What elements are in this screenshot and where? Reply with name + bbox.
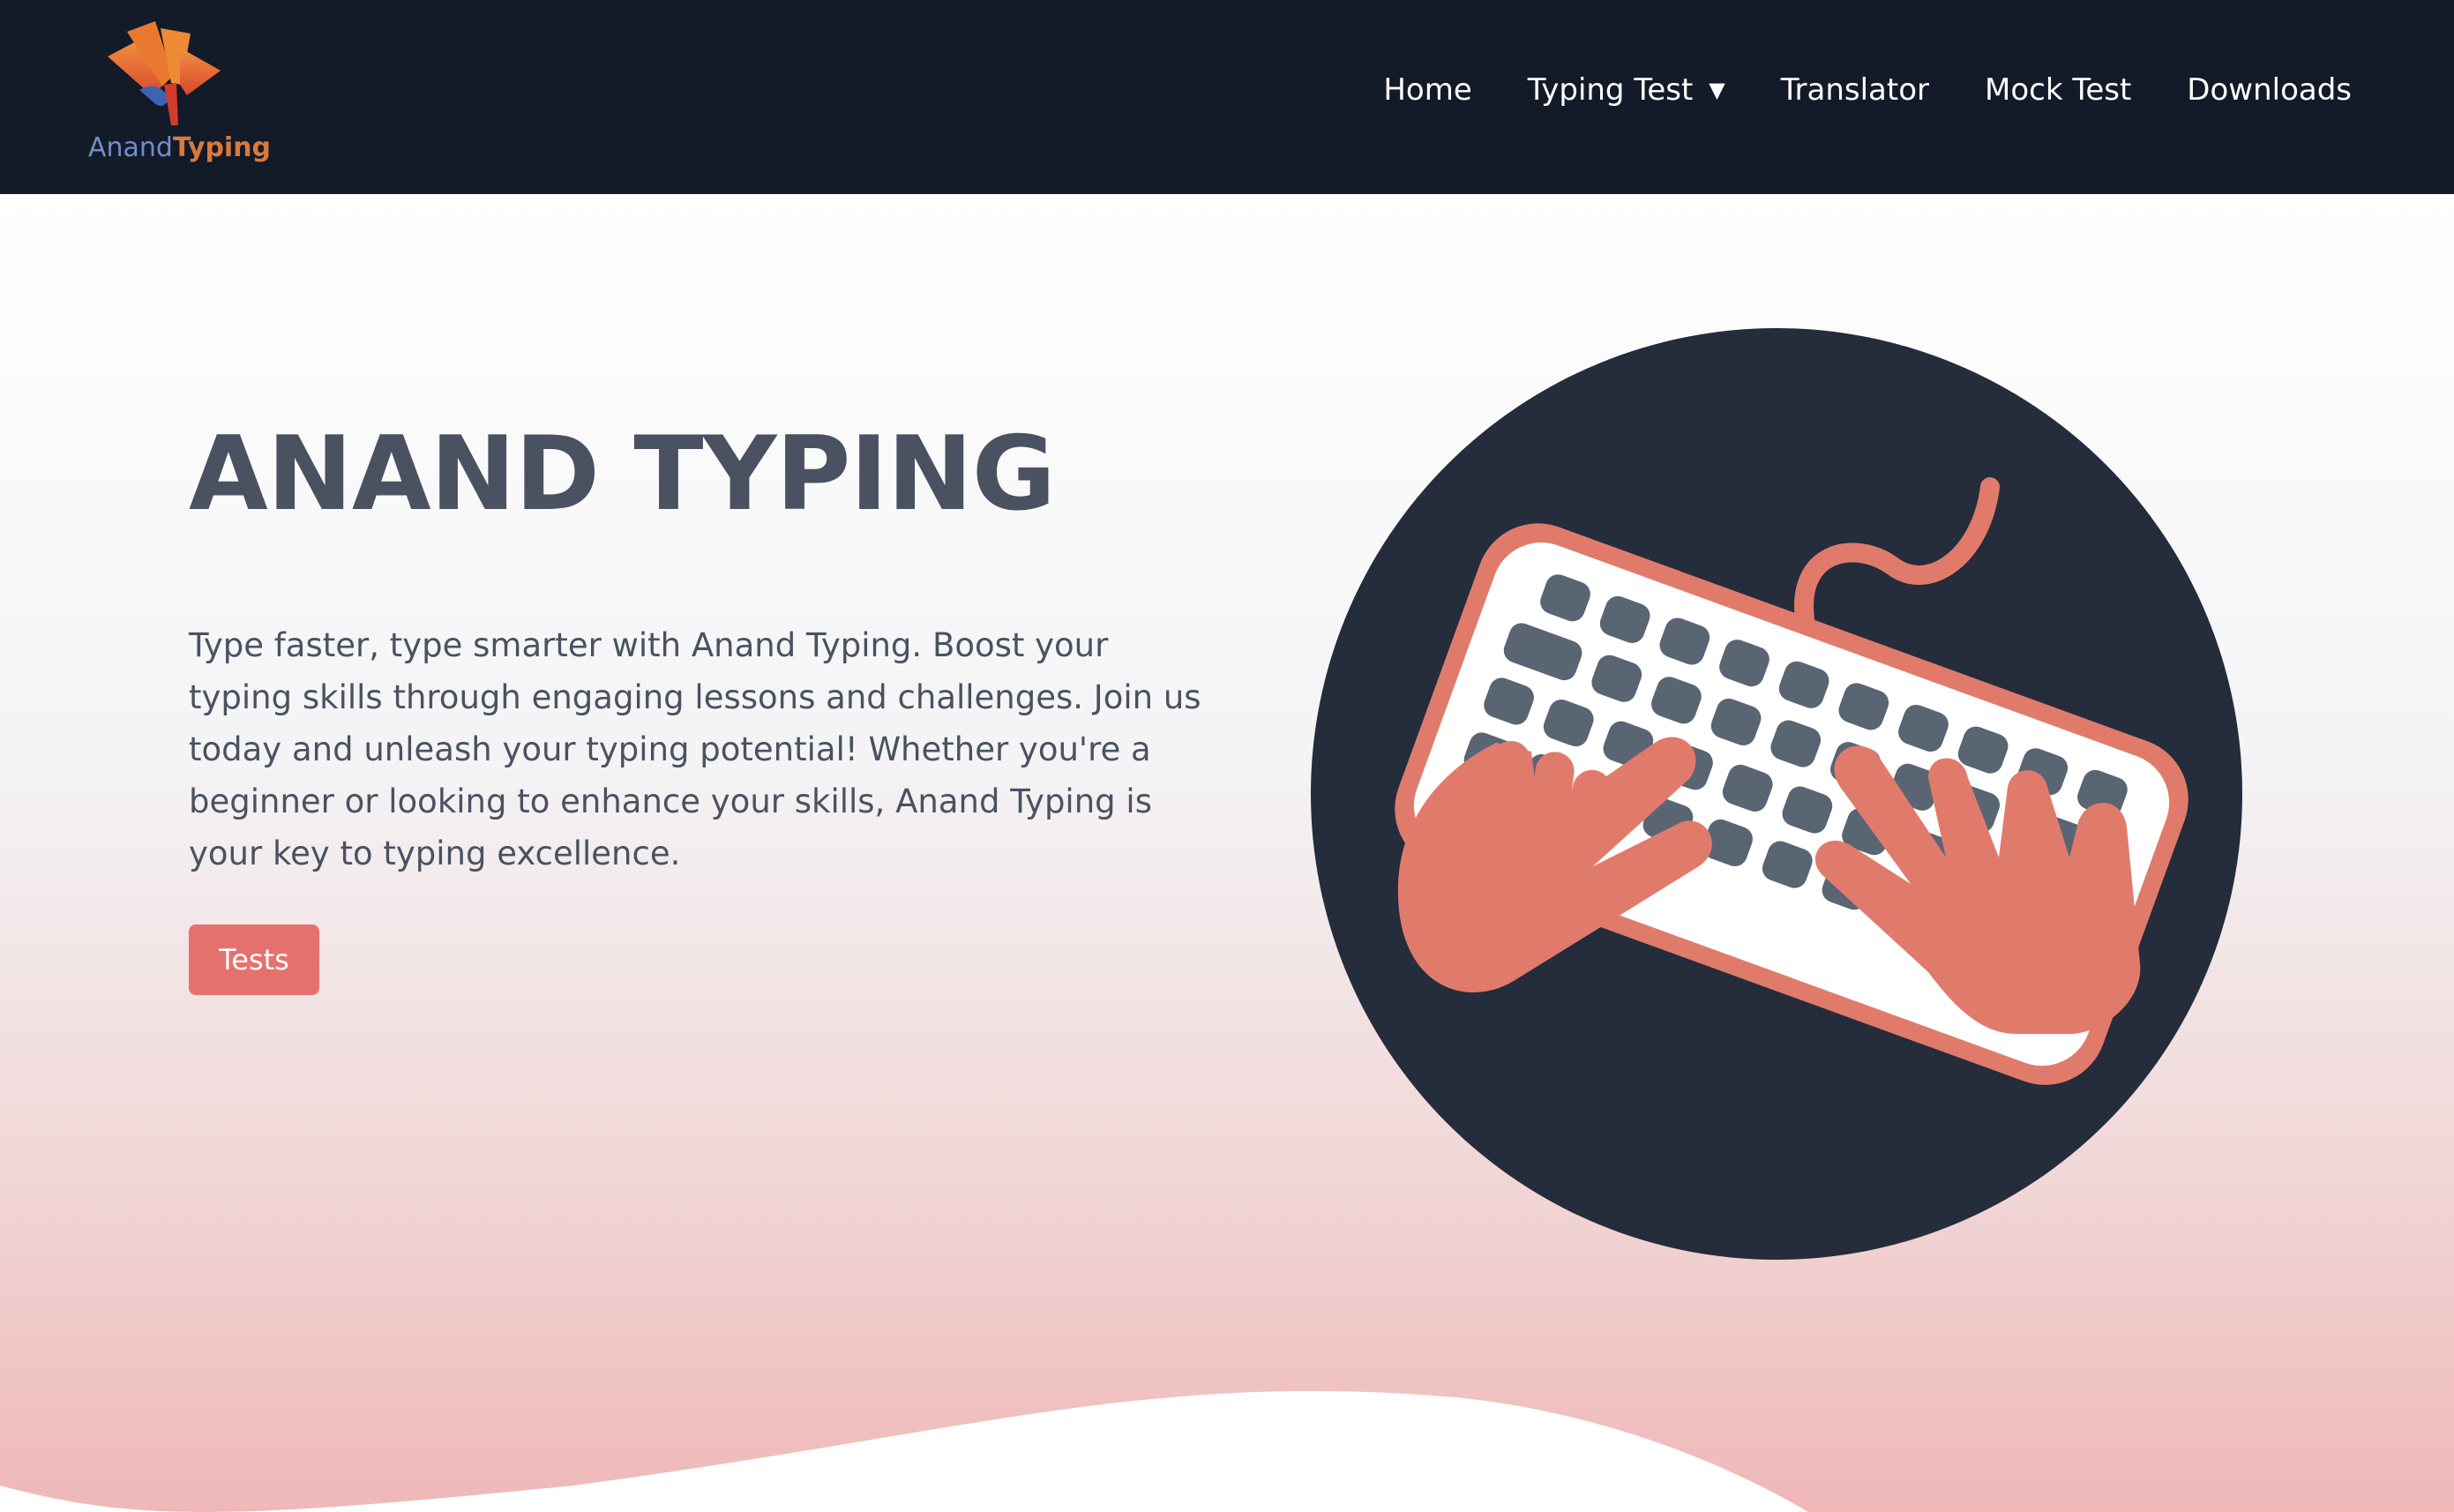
hero-section: ANAND TYPING Type faster, type smarter w… — [0, 194, 2454, 1512]
nav-item-translator[interactable]: Translator — [1781, 72, 1929, 108]
nav-item-typing-test[interactable]: Typing Test ▼ — [1528, 72, 1725, 108]
nav-item-typing-test-label: Typing Test — [1527, 72, 1694, 108]
top-navbar: AnandTyping Home Typing Test ▼ Translator… — [0, 0, 2454, 194]
brand-logo[interactable]: AnandTyping — [88, 21, 271, 171]
nav-item-downloads-label: Downloads — [2187, 72, 2352, 108]
nav-item-mock-test[interactable]: Mock Test — [1985, 72, 2131, 108]
nav-item-translator-label: Translator — [1780, 72, 1929, 108]
nav-item-home[interactable]: Home — [1383, 72, 1471, 108]
hero-description: Type faster, type smarter with Anand Typ… — [189, 626, 1201, 872]
brand-name-part1: Anand — [88, 132, 173, 163]
main-nav: Home Typing Test ▼ Translator Mock Test D… — [1383, 72, 2352, 108]
hero-title: ANAND TYPING — [189, 415, 1056, 534]
nav-item-home-label: Home — [1383, 72, 1472, 108]
chevron-down-icon: ▼ — [1709, 78, 1725, 102]
open-book-logo-icon — [108, 21, 221, 125]
brand-wordmark: AnandTyping — [88, 132, 271, 163]
nav-item-mock-test-label: Mock Test — [1985, 72, 2132, 108]
tests-button[interactable]: Tests — [189, 924, 319, 995]
nav-item-downloads[interactable]: Downloads — [2187, 72, 2352, 108]
bottom-wave-decoration — [0, 1390, 1808, 1512]
brand-name-part2: Typing — [172, 132, 272, 163]
hands-typing-on-keyboard-icon — [1311, 328, 2242, 1260]
